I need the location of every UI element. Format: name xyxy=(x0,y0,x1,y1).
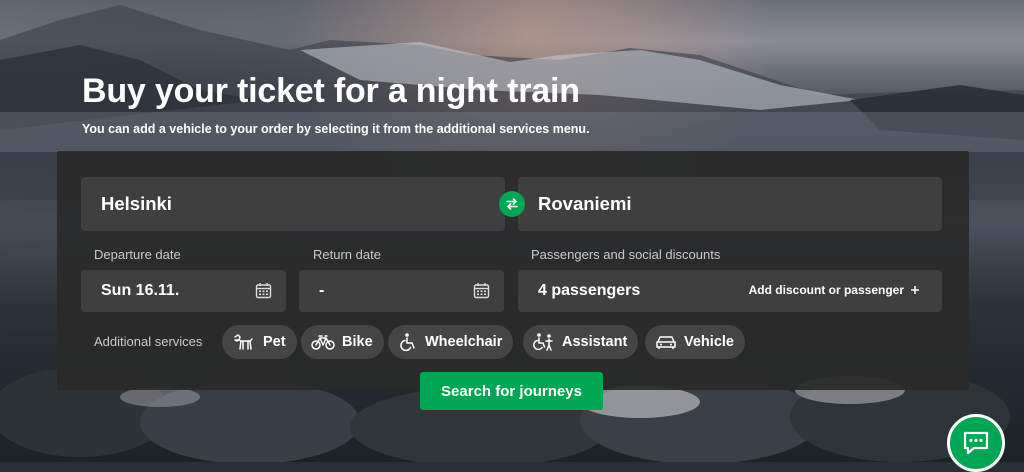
service-assistant-button[interactable]: Assistant xyxy=(523,325,639,359)
departure-date-field[interactable]: Sun 16.11. xyxy=(81,270,286,312)
destination-station-field[interactable]: Rovaniemi xyxy=(518,177,942,231)
return-date-label: Return date xyxy=(313,247,381,262)
dog-icon xyxy=(234,334,253,350)
origin-station-value: Helsinki xyxy=(101,193,172,214)
chat-button[interactable] xyxy=(947,414,1005,472)
service-pet-button[interactable]: Pet xyxy=(222,325,297,359)
assistant-icon xyxy=(533,333,553,351)
service-bike-label: Bike xyxy=(342,334,373,350)
add-discount-label: Add discount or passenger xyxy=(748,283,904,297)
service-bike-button[interactable]: Bike xyxy=(301,325,384,359)
plus-icon xyxy=(911,286,919,294)
chat-icon xyxy=(963,431,989,455)
service-assistant-label: Assistant xyxy=(562,334,628,350)
search-panel: Helsinki Rovaniemi Departure date Return… xyxy=(57,151,969,410)
car-icon xyxy=(656,336,676,349)
origin-station-field[interactable]: Helsinki xyxy=(81,177,505,231)
search-journeys-button[interactable]: Search for journeys xyxy=(420,372,603,410)
service-vehicle-label: Vehicle xyxy=(684,334,734,350)
calendar-icon xyxy=(473,283,490,299)
departure-date-label: Departure date xyxy=(94,247,181,262)
page-title: Buy your ticket for a night train xyxy=(82,72,580,110)
passengers-label: Passengers and social discounts xyxy=(531,247,721,262)
swap-stations-button[interactable] xyxy=(499,191,525,217)
passengers-value: 4 passengers xyxy=(538,282,641,299)
destination-station-value: Rovaniemi xyxy=(538,193,632,214)
passengers-field[interactable]: 4 passengers Add discount or passenger xyxy=(518,270,942,312)
service-pet-label: Pet xyxy=(263,334,286,350)
service-wheelchair-label: Wheelchair xyxy=(425,334,503,350)
return-date-field[interactable]: - xyxy=(299,270,504,312)
bike-icon xyxy=(311,335,335,350)
return-date-value: - xyxy=(319,282,325,299)
service-wheelchair-button[interactable]: Wheelchair xyxy=(388,325,514,359)
wheelchair-icon xyxy=(400,333,415,352)
page-subtitle: You can add a vehicle to your order by s… xyxy=(82,122,590,136)
additional-services-label: Additional services xyxy=(94,334,203,349)
swap-arrows-icon xyxy=(506,198,518,210)
departure-date-value: Sun 16.11. xyxy=(101,282,180,299)
calendar-icon xyxy=(255,283,272,299)
service-vehicle-button[interactable]: Vehicle xyxy=(645,325,745,359)
add-discount-button[interactable]: Add discount or passenger xyxy=(749,283,920,297)
